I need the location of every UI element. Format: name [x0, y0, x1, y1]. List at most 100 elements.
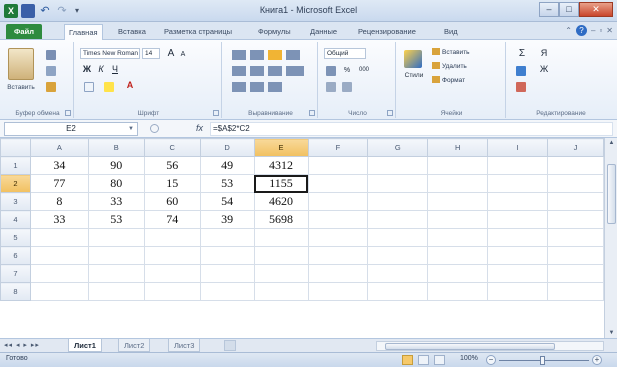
- column-header-b[interactable]: B: [87, 138, 145, 157]
- cell-e8[interactable]: [253, 282, 309, 301]
- cell-e7[interactable]: [253, 264, 309, 283]
- vertical-scrollbar[interactable]: ▲ ▼: [604, 138, 617, 338]
- percent-button[interactable]: %: [342, 65, 352, 76]
- cell-b3[interactable]: 33: [87, 192, 145, 211]
- increase-decimal-icon[interactable]: [326, 82, 336, 92]
- delete-cells-button[interactable]: Удалить: [432, 62, 467, 70]
- cell-i3[interactable]: [487, 192, 549, 211]
- cell-g1[interactable]: [367, 156, 429, 175]
- orientation-icon[interactable]: [268, 82, 282, 92]
- borders-icon[interactable]: [84, 82, 94, 92]
- cell-j2[interactable]: [547, 174, 604, 193]
- cell-h7[interactable]: [427, 264, 489, 283]
- tab-data[interactable]: Данные: [306, 24, 341, 39]
- underline-button[interactable]: Ч: [110, 64, 120, 75]
- cell-f6[interactable]: [307, 246, 369, 265]
- zoom-slider-thumb[interactable]: [540, 356, 545, 365]
- cell-h3[interactable]: [427, 192, 489, 211]
- cell-h4[interactable]: [427, 210, 489, 229]
- row-header[interactable]: 3: [0, 192, 31, 211]
- cell-i5[interactable]: [487, 228, 549, 247]
- paste-icon[interactable]: [8, 48, 34, 80]
- column-header-c[interactable]: C: [143, 138, 201, 157]
- insert-function-button[interactable]: fx: [196, 123, 203, 133]
- column-header-e[interactable]: E: [253, 138, 309, 157]
- cell-f3[interactable]: [307, 192, 369, 211]
- column-header-h[interactable]: H: [427, 138, 489, 157]
- cell-j8[interactable]: [547, 282, 604, 301]
- clipboard-launcher-icon[interactable]: [65, 110, 71, 116]
- cell-e5[interactable]: [253, 228, 309, 247]
- cell-b4[interactable]: 53: [87, 210, 145, 229]
- autosum-button[interactable]: Σ: [516, 48, 528, 59]
- cell-d2[interactable]: 53: [199, 174, 255, 193]
- column-header-f[interactable]: F: [307, 138, 369, 157]
- cut-icon[interactable]: [46, 50, 56, 60]
- cell-d5[interactable]: [199, 228, 255, 247]
- align-left-icon[interactable]: [232, 66, 246, 76]
- horizontal-scroll-thumb[interactable]: [385, 343, 555, 350]
- cell-g6[interactable]: [367, 246, 429, 265]
- cell-b2[interactable]: 80: [87, 174, 145, 193]
- cell-b8[interactable]: [87, 282, 145, 301]
- workbook-close-icon[interactable]: ✕: [606, 26, 613, 35]
- cell-h6[interactable]: [427, 246, 489, 265]
- shrink-font-button[interactable]: A: [178, 49, 188, 60]
- row-header[interactable]: 5: [0, 228, 31, 247]
- wrap-text-icon[interactable]: [286, 50, 300, 60]
- cell-i4[interactable]: [487, 210, 549, 229]
- align-center-icon[interactable]: [250, 66, 264, 76]
- cell-f1[interactable]: [307, 156, 369, 175]
- minimize-ribbon-icon[interactable]: ⌃: [565, 26, 572, 35]
- font-size-select[interactable]: 14: [142, 48, 160, 59]
- column-header-i[interactable]: I: [487, 138, 549, 157]
- maximize-button[interactable]: □: [559, 2, 579, 17]
- tab-page-layout[interactable]: Разметка страницы: [160, 24, 236, 39]
- currency-icon[interactable]: [326, 66, 336, 76]
- formula-input[interactable]: =$A$2*C2: [210, 122, 613, 136]
- cell-i7[interactable]: [487, 264, 549, 283]
- number-launcher-icon[interactable]: [387, 110, 393, 116]
- cell-c1[interactable]: 56: [143, 156, 201, 175]
- merge-cells-icon[interactable]: [286, 66, 304, 76]
- zoom-level[interactable]: 100%: [460, 355, 478, 362]
- scroll-down-icon[interactable]: ▼: [606, 328, 617, 338]
- fill-icon[interactable]: [516, 66, 526, 76]
- grow-font-button[interactable]: A: [166, 48, 176, 59]
- find-select-button[interactable]: Ж: [538, 64, 550, 75]
- cell-c4[interactable]: 74: [143, 210, 201, 229]
- cell-i1[interactable]: [487, 156, 549, 175]
- italic-button[interactable]: К: [96, 64, 106, 75]
- cell-h2[interactable]: [427, 174, 489, 193]
- font-launcher-icon[interactable]: [213, 110, 219, 116]
- insert-cells-button[interactable]: Вставить: [432, 48, 470, 56]
- zoom-in-icon[interactable]: +: [592, 355, 602, 365]
- cell-c7[interactable]: [143, 264, 201, 283]
- increase-indent-icon[interactable]: [250, 82, 264, 92]
- tab-home[interactable]: Главная: [64, 24, 103, 40]
- tab-file[interactable]: Файл: [6, 24, 42, 39]
- row-header[interactable]: 7: [0, 264, 31, 283]
- cell-a5[interactable]: [29, 228, 89, 247]
- cell-i2[interactable]: [487, 174, 549, 193]
- align-top-icon[interactable]: [232, 50, 246, 60]
- cell-j4[interactable]: [547, 210, 604, 229]
- sort-filter-button[interactable]: Я: [538, 48, 550, 59]
- row-header[interactable]: 1: [0, 156, 31, 175]
- cell-e2[interactable]: 1155: [253, 174, 309, 193]
- cell-d7[interactable]: [199, 264, 255, 283]
- format-painter-icon[interactable]: [46, 82, 56, 92]
- align-right-icon[interactable]: [268, 66, 282, 76]
- cell-b7[interactable]: [87, 264, 145, 283]
- help-icon[interactable]: ?: [576, 25, 587, 36]
- alignment-launcher-icon[interactable]: [309, 110, 315, 116]
- cell-b5[interactable]: [87, 228, 145, 247]
- cell-a1[interactable]: 34: [29, 156, 89, 175]
- workbook-minimize-icon[interactable]: –: [591, 26, 595, 35]
- cell-c5[interactable]: [143, 228, 201, 247]
- cell-h5[interactable]: [427, 228, 489, 247]
- cell-a2[interactable]: 77: [29, 174, 89, 193]
- chevron-down-icon[interactable]: ▼: [128, 123, 134, 135]
- cell-e1[interactable]: 4312: [253, 156, 309, 175]
- column-header-a[interactable]: A: [29, 138, 89, 157]
